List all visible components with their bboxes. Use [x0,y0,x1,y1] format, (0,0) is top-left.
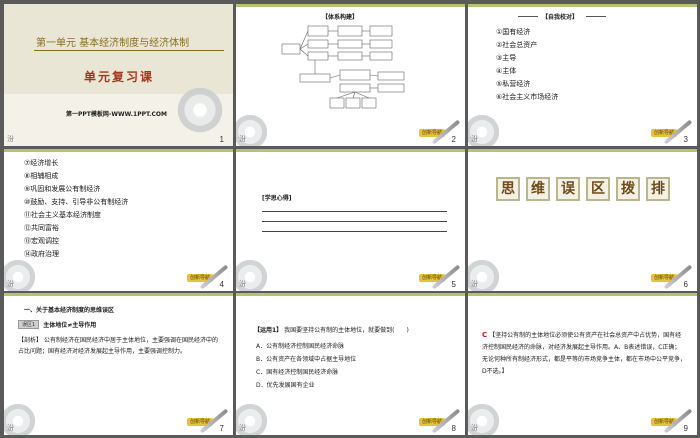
misconception-row: 误区1 主体地位≠主导作用 [18,320,96,329]
footer-glyph: 汾 [471,424,478,432]
banner-char: 区 [586,177,610,201]
footer-glyph: 汾 [471,135,478,143]
explanation-text: 【坚持公有制的主体地位必须使公有资产在社会总资产中占优势，国有经济控制国民经济的… [482,332,687,375]
banner-char: 排 [646,177,670,201]
slide-number: 7 [219,424,224,433]
slide-number: 5 [451,280,456,289]
question-text: 我国要坚持公有制的主体地位，就要做到( ) [284,327,409,334]
option-a[interactable]: A．公有制经济控制国民经济命脉 [256,340,356,353]
answer-explanation: C 【坚持公有制的主体地位必须使公有资产在社会总资产中占优势，国有经济控制国民经… [482,329,686,378]
title-divider [34,50,224,51]
writing-line [262,231,447,232]
slide-number: 2 [451,135,456,144]
concept-map [281,25,405,109]
slide-number: 1 [219,135,224,144]
footer-glyph: 汾 [239,424,246,432]
footer-glyph: 汾 [239,280,246,288]
answer-item: ⑨巩固和发展公有制经济 [24,185,101,193]
slide-header: [学思心得] [262,195,292,202]
analysis-text: 公有制经济在国民经济中居于主体地位，主要强调在国民经济中的占比问题；国有经济对经… [18,337,218,355]
banner-char: 误 [556,177,580,201]
slide-grid: 第一单元 基本经济制度与经济体制 单元复习课 第一PPT模板网-WWW.1PPT… [0,0,700,438]
unit-title: 第一单元 基本经济制度与经济体制 [36,38,190,49]
option-d[interactable]: D．优先发展国有企业 [256,379,356,392]
slide-topbar [4,149,233,152]
slide-topbar [236,4,465,7]
misconception-title: 主体地位≠主导作用 [43,322,97,329]
answer-item: ⑤私营经济 [496,80,531,88]
slide-7[interactable]: 一、关于基本经济制度的思维误区 误区1 主体地位≠主导作用 【剖析】 公有制经济… [4,293,233,435]
slide-header: 【体系构建】 [322,14,359,21]
answer-item: ①国有经济 [496,28,531,36]
analysis-label: 【剖析】 [18,337,43,344]
answer-item: ⑦经济增长 [24,159,59,167]
answer-item: ④主体 [496,67,517,75]
slide-4[interactable]: ⑦经济增长 ⑧相辅相成 ⑨巩固和发展公有制经济 ⑩鼓励、支持、引导非公有制经济 … [4,149,233,291]
watermark: 第一PPT模板网-WWW.1PPT.COM [66,111,167,118]
answer-item: ②社会总资产 [496,41,538,49]
analysis-paragraph: 【剖析】 公有制经济在国民经济中居于主体地位，主要强调在国民经济中的占比问题；国… [18,335,220,357]
banner-char: 维 [526,177,550,201]
slide-number: 6 [683,280,688,289]
slide-3[interactable]: 【自我校对】 ①国有经济 ②社会总资产 ③主导 ④主体 ⑤私营经济 ⑥社会主义市… [468,4,697,146]
footer-glyph: 汾 [7,280,14,288]
slide-header: 【自我校对】 [542,14,579,21]
slide-1[interactable]: 第一单元 基本经济制度与经济体制 单元复习课 第一PPT模板网-WWW.1PPT… [4,4,233,146]
answer-item: ⑥社会主义市场经济 [496,93,559,101]
option-b[interactable]: B．公有资产在各领域中占据主导地位 [256,353,356,366]
slide-topbar [468,293,697,296]
slide-topbar [468,149,697,152]
section-heading: 一、关于基本经济制度的思维误区 [24,307,115,314]
slide-2[interactable]: 【体系构建】 创新导航 汾 2 [236,4,465,146]
slide-topbar [4,293,233,296]
answer-item: ③主导 [496,54,517,62]
writing-line [262,221,447,222]
question-line: 【运用1】 我国要坚持公有制的主体地位，就要做到( ) [254,325,409,334]
slide-topbar [236,293,465,296]
slide-8[interactable]: 【运用1】 我国要坚持公有制的主体地位，就要做到( ) A．公有制经济控制国民经… [236,293,465,435]
review-title: 单元复习课 [84,70,155,84]
slide-9[interactable]: C 【坚持公有制的主体地位必须使公有资产在社会总资产中占优势，国有经济控制国民经… [468,293,697,435]
banner-char: 思 [496,177,520,201]
slide-number: 8 [451,424,456,433]
slide-topbar [468,4,697,7]
header-rule-left [518,16,538,17]
misconception-tag: 误区1 [18,320,40,329]
answer-item: ⑭政府治理 [24,250,59,258]
answer-item: ⑪社会主义基本经济制度 [24,211,101,219]
flower-icon [174,84,226,136]
banner-char: 拨 [616,177,640,201]
option-c[interactable]: C．国有经济控制国民经济命脉 [256,366,356,379]
question-label: 【运用1】 [254,327,283,334]
banner: 思 维 误 区 拨 排 [496,177,670,201]
slide-6[interactable]: 思 维 误 区 拨 排 创新导航 汾 6 [468,149,697,291]
footer-glyph: 汾 [471,280,478,288]
footer-glyph: 汾 [7,424,14,432]
header-rule-right [586,16,606,17]
answer-item: ⑧相辅相成 [24,172,59,180]
slide-5[interactable]: [学思心得] 创新导航 汾 5 [236,149,465,291]
slide-number: 9 [683,424,688,433]
writing-line [262,211,447,212]
slide-topbar [236,149,465,152]
slide-number: 4 [219,280,224,289]
answer-item: ⑬宏观调控 [24,237,59,245]
answer-item: ⑩鼓励、支持、引导非公有制经济 [24,198,129,206]
footer-glyph: 汾 [7,135,14,143]
slide-number: 3 [683,135,688,144]
answer-letter: C [482,331,488,339]
footer-glyph: 汾 [239,135,246,143]
answer-item: ⑫共同富裕 [24,224,59,232]
